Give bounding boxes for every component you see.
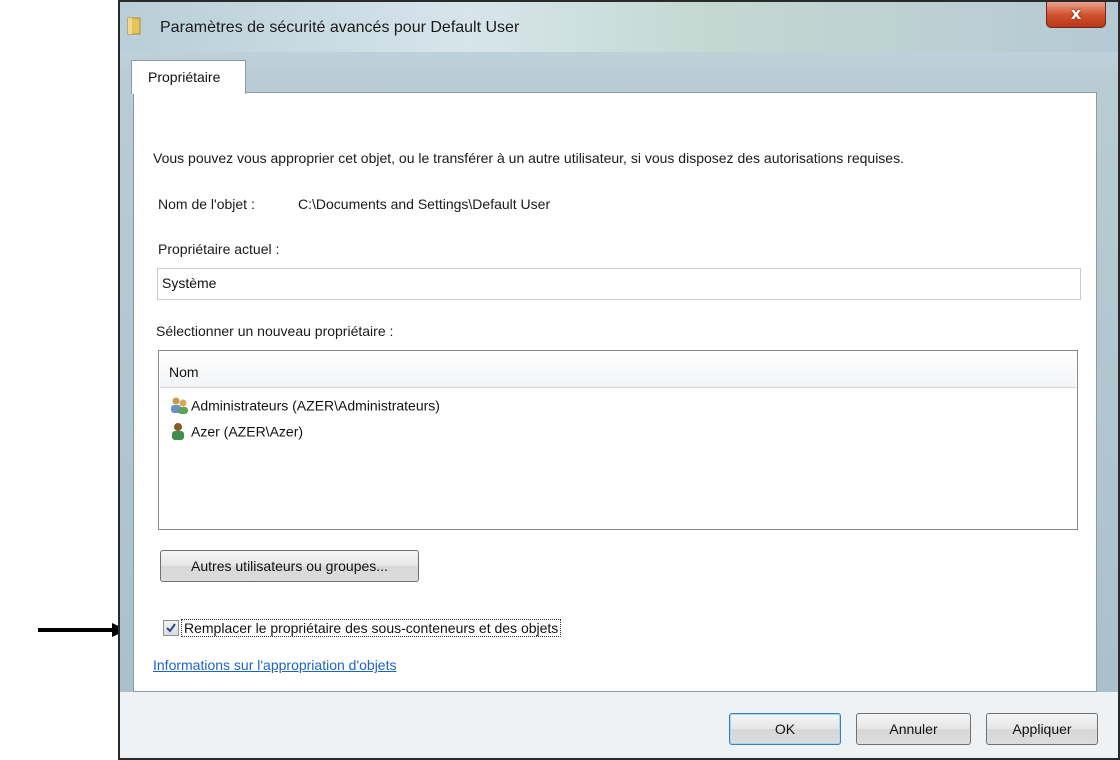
description-text: Vous pouvez vous approprier cet objet, o… bbox=[153, 150, 904, 166]
replace-owner-label[interactable]: Remplacer le propriétaire des sous-conte… bbox=[181, 619, 562, 637]
list-item[interactable]: Administrateurs (AZER\Administrateurs) bbox=[169, 396, 440, 418]
owner-listbox[interactable]: Nom Administrateurs (AZER\Administrateur… bbox=[158, 350, 1078, 530]
help-link[interactable]: Informations sur l'appropriation d'objet… bbox=[153, 657, 396, 673]
list-item[interactable]: Azer (AZER\Azer) bbox=[169, 422, 303, 444]
current-owner-label: Propriétaire actuel : bbox=[158, 241, 280, 257]
object-name-label: Nom de l'objet : bbox=[158, 196, 255, 212]
window-title: Paramètres de sécurité avancés pour Defa… bbox=[160, 19, 520, 36]
checkmark-icon bbox=[166, 623, 176, 633]
cancel-button[interactable]: Annuler bbox=[856, 713, 971, 745]
current-owner-field[interactable]: Système bbox=[157, 268, 1081, 300]
folder-icon bbox=[127, 17, 141, 35]
new-owner-label: Sélectionner un nouveau propriétaire : bbox=[156, 323, 394, 339]
annotation-arrow bbox=[38, 623, 127, 637]
apply-button[interactable]: Appliquer bbox=[986, 713, 1098, 745]
close-button[interactable]: x bbox=[1046, 2, 1106, 28]
ok-button[interactable]: OK bbox=[729, 713, 841, 745]
title-bar[interactable]: Paramètres de sécurité avancés pour Defa… bbox=[120, 2, 1118, 52]
user-icon bbox=[172, 423, 184, 441]
user-group-icon bbox=[171, 397, 188, 415]
other-users-button[interactable]: Autres utilisateurs ou groupes... bbox=[160, 550, 419, 582]
replace-owner-checkbox[interactable] bbox=[163, 620, 179, 636]
column-header-name[interactable]: Nom bbox=[160, 352, 1076, 388]
tab-owner[interactable]: Propriétaire bbox=[131, 60, 246, 94]
object-name-value: C:\Documents and Settings\Default User bbox=[298, 196, 551, 212]
